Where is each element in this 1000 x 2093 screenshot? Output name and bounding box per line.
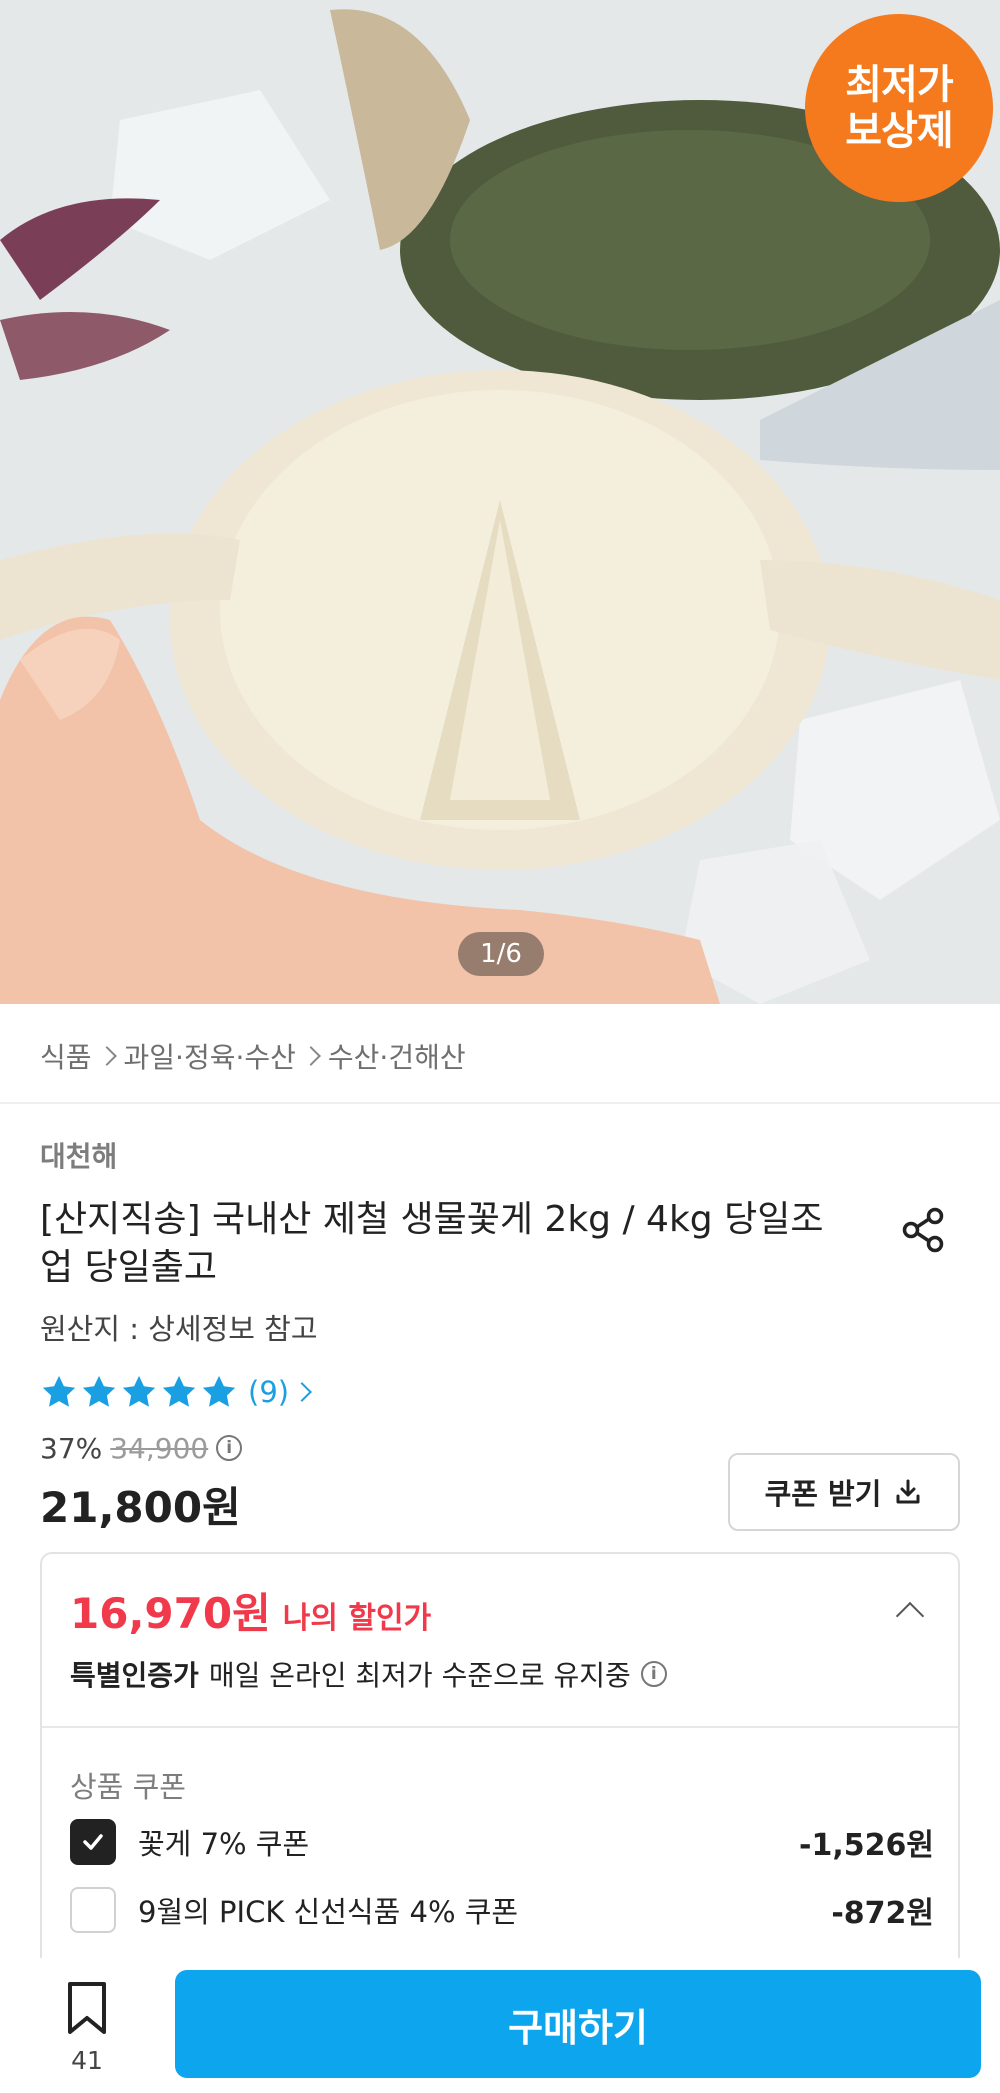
seller-name[interactable]: 대천해 (40, 1135, 117, 1175)
star-icon (162, 1375, 196, 1407)
chevron-right-icon (292, 1382, 312, 1402)
bookmark-count: 41 (71, 2046, 103, 2075)
coupon-value: -872원 (831, 1896, 934, 1931)
coupon-section-title: 상품 쿠폰 (70, 1770, 186, 1804)
image-counter: 1/6 (458, 932, 544, 976)
coupon-name: 9월의 PICK 신선식품 4% 쿠폰 (138, 1895, 519, 1929)
checkmark-icon (83, 1834, 103, 1850)
coupon-row[interactable]: 꽃게 7% 쿠폰 -1,526원 (70, 1816, 934, 1868)
star-icon (122, 1375, 156, 1407)
star-icon (82, 1375, 116, 1407)
chevron-right-icon (301, 1046, 321, 1066)
rating[interactable]: (9) (40, 1370, 312, 1414)
info-icon[interactable]: i (640, 1661, 667, 1687)
coupon-checkbox[interactable] (70, 1819, 116, 1865)
special-cert: 특별인증가 매일 온라인 최저가 수준으로 유지중 i (70, 1654, 667, 1694)
chevron-up-icon[interactable] (895, 1601, 925, 1631)
bookmark-icon[interactable] (62, 1980, 112, 2036)
bottom-action-bar: 41 구매하기 (0, 1958, 1000, 2093)
badge-text: 최저가 보상제 (845, 62, 953, 154)
coupon-name: 꽃게 7% 쿠폰 (138, 1827, 310, 1861)
cert-bold: 특별인증가 (70, 1659, 199, 1692)
cert-text: 매일 온라인 최저가 수준으로 유지중 (208, 1659, 631, 1692)
download-icon (896, 1479, 920, 1504)
lowest-price-badge: 최저가 보상제 (805, 14, 993, 202)
discount-rate: 37% (40, 1431, 103, 1465)
original-price: 34,900 (110, 1431, 209, 1465)
info-icon[interactable]: i (216, 1435, 243, 1461)
share-icon[interactable] (898, 1204, 950, 1256)
my-discount-price: 16,970원 나의 할인가 (70, 1580, 431, 1641)
chevron-right-icon (96, 1046, 117, 1066)
review-count[interactable]: (9) (248, 1375, 289, 1409)
buy-button[interactable]: 구매하기 (175, 1970, 981, 2078)
breadcrumb-item[interactable]: 수산·건해산 (328, 1036, 466, 1076)
breadcrumb-item[interactable]: 식품 (40, 1036, 92, 1076)
get-coupon-button[interactable]: 쿠폰 받기 (728, 1453, 960, 1531)
star-icon (42, 1375, 76, 1407)
my-discount-box: 16,970원 나의 할인가 특별인증가 매일 온라인 최저가 수준으로 유지중… (40, 1552, 960, 1972)
origin-info: 원산지 : 상세정보 참고 (40, 1312, 318, 1346)
product-image[interactable]: 최저가 보상제 1/6 (0, 0, 1000, 1004)
coupon-row[interactable]: 9월의 PICK 신선식품 4% 쿠폰 -872원 (70, 1884, 934, 1936)
price-line: 37% 34,900 i (40, 1430, 243, 1466)
divider (42, 1726, 958, 1728)
breadcrumb-item[interactable]: 과일·정육·수산 (124, 1036, 296, 1076)
star-rating (40, 1373, 238, 1411)
star-icon (202, 1375, 236, 1407)
product-title: [산지직송] 국내산 제철 생물꽃게 2kg / 4kg 당일조업 당일출고 (40, 1199, 824, 1288)
divider (0, 1102, 1000, 1104)
sale-price: 21,800원 (40, 1483, 241, 1532)
breadcrumb: 식품 과일·정육·수산 수산·건해산 (40, 1034, 466, 1078)
my-discount-label: 나의 할인가 (282, 1601, 432, 1636)
my-discount-amount: 16,970원 (70, 1589, 271, 1638)
coupon-value: -1,526원 (799, 1828, 934, 1863)
coupon-checkbox[interactable] (70, 1887, 116, 1933)
get-coupon-label: 쿠폰 받기 (764, 1477, 882, 1511)
